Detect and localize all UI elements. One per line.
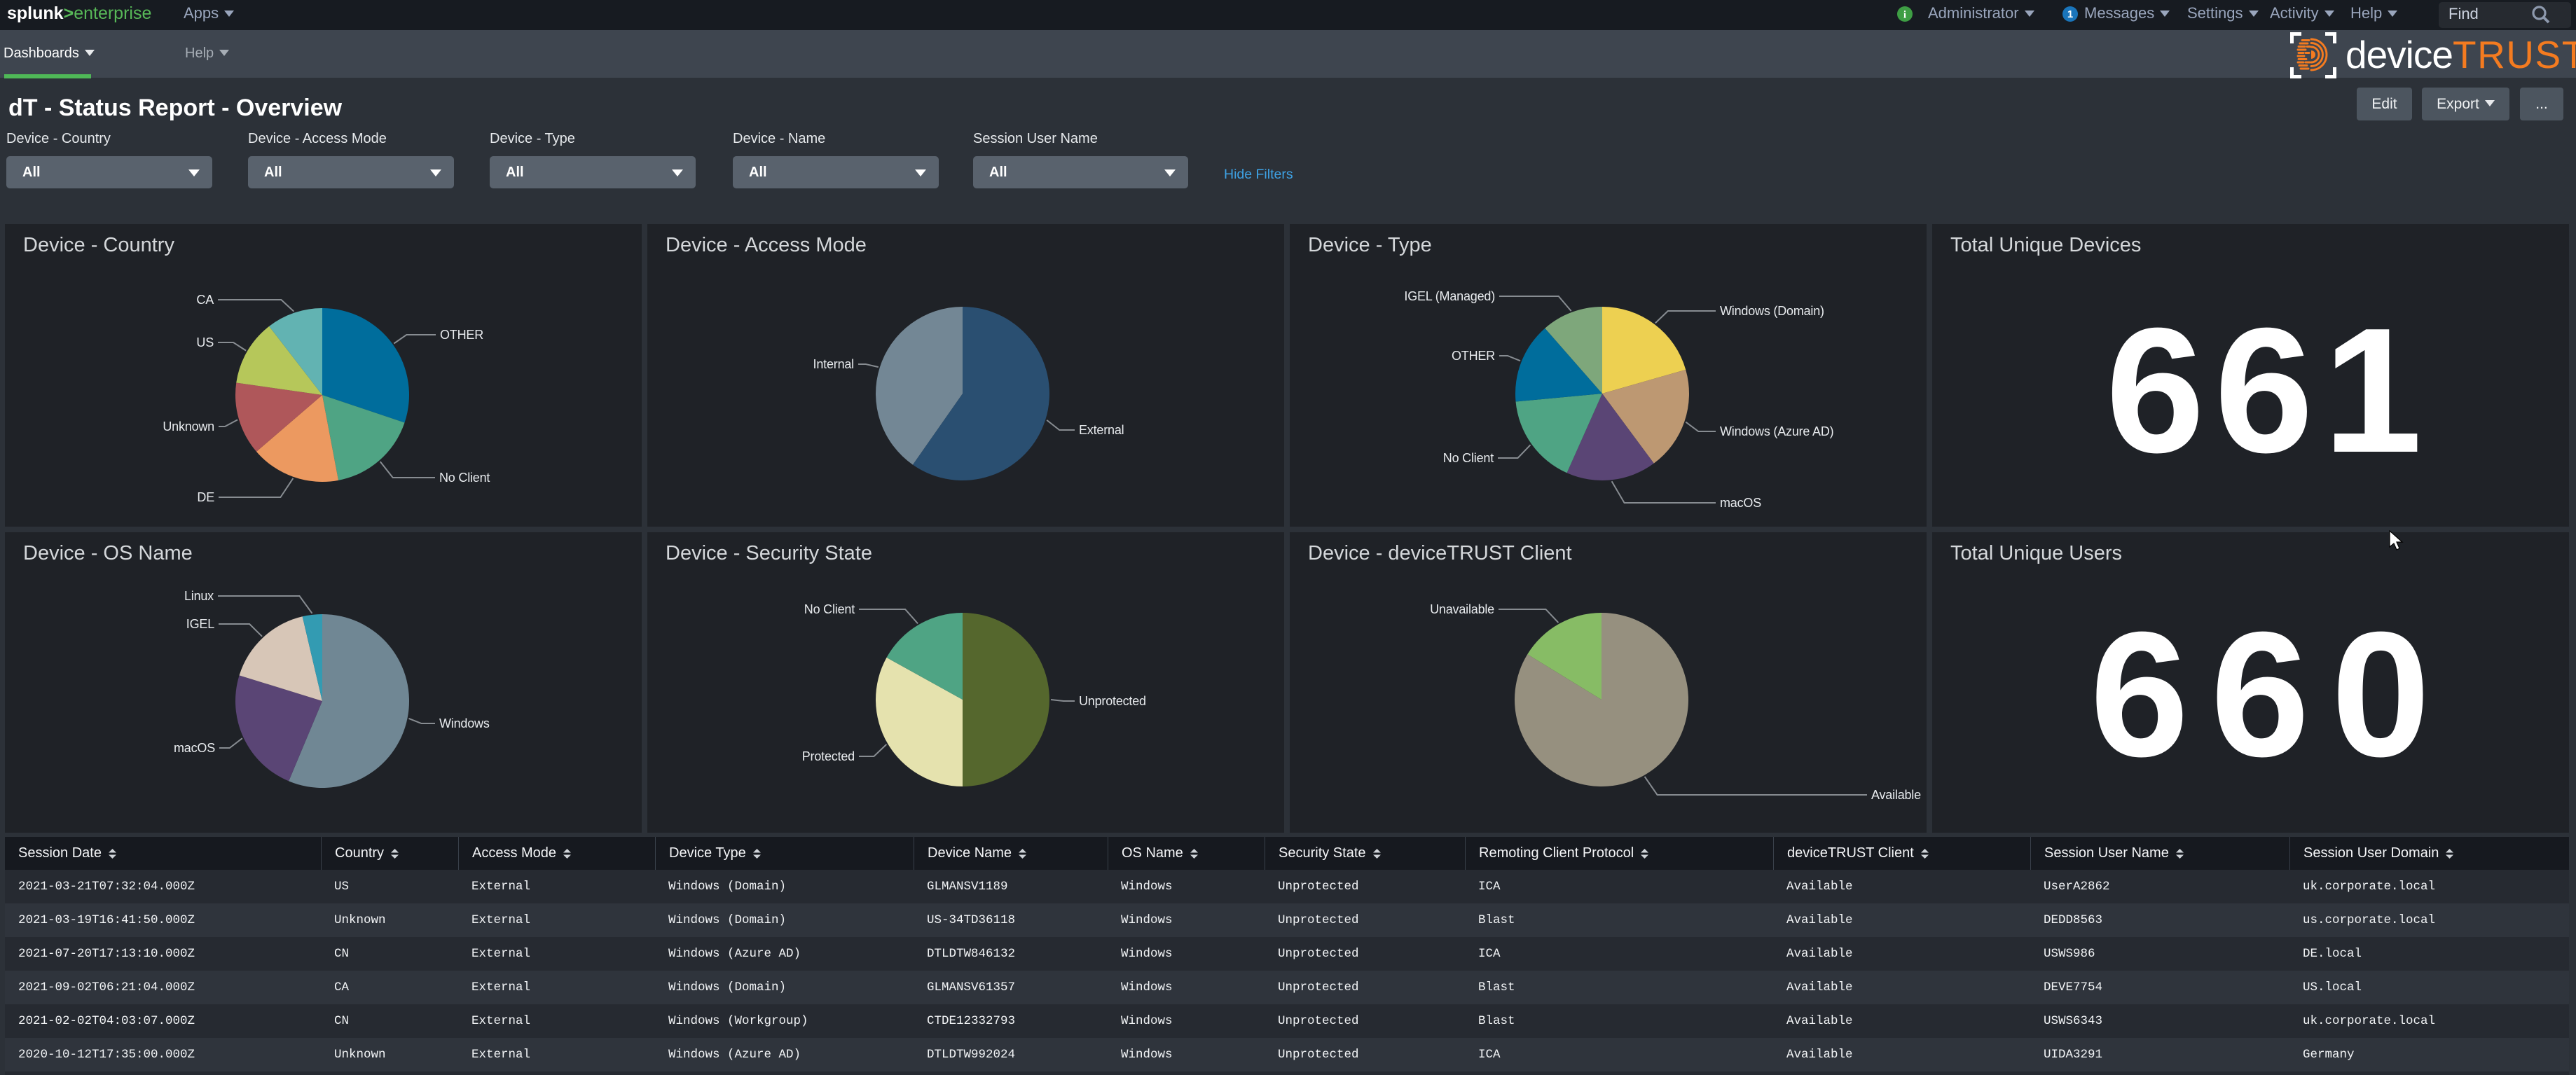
svg-text:macOS: macOS [1720, 496, 1761, 510]
svg-text:Unavailable: Unavailable [1430, 602, 1494, 616]
svg-text:i: i [1903, 10, 1906, 21]
svg-text:1: 1 [2067, 8, 2073, 20]
svg-text:CA: CA [196, 293, 214, 307]
svg-text:IGEL: IGEL [186, 617, 214, 631]
svg-text:Protected: Protected [802, 749, 855, 763]
svg-text:OTHER: OTHER [1452, 349, 1495, 363]
svg-text:Windows (Azure AD): Windows (Azure AD) [1720, 424, 1833, 438]
svg-text:Windows (Domain): Windows (Domain) [1720, 304, 1824, 318]
svg-text:No Client: No Client [1443, 451, 1494, 465]
svg-text:OTHER: OTHER [440, 328, 483, 342]
svg-text:Unknown: Unknown [163, 419, 214, 434]
svg-text:US: US [196, 335, 214, 349]
svg-text:DE: DE [197, 490, 214, 504]
svg-text:Unprotected: Unprotected [1079, 694, 1146, 708]
svg-text:macOS: macOS [174, 741, 215, 755]
svg-text:No Client: No Client [439, 471, 490, 485]
svg-text:Available: Available [1871, 788, 1921, 802]
svg-text:External: External [1079, 423, 1124, 437]
svg-text:No Client: No Client [804, 602, 855, 616]
svg-text:Windows: Windows [439, 716, 490, 730]
svg-text:Internal: Internal [813, 357, 854, 371]
svg-text:Linux: Linux [184, 589, 214, 603]
svg-text:IGEL (Managed): IGEL (Managed) [1404, 289, 1495, 303]
